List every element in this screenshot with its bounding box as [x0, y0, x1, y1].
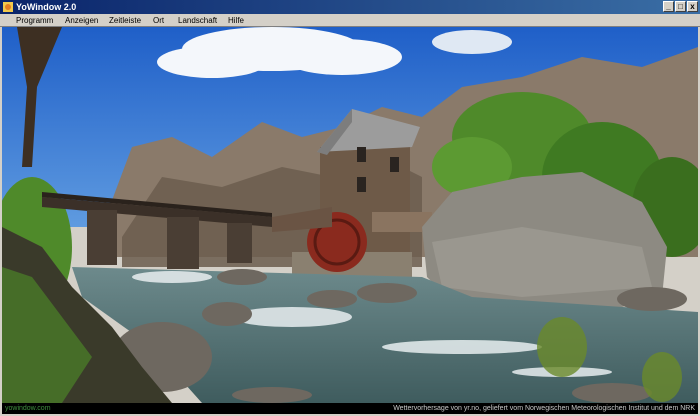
menu-anzeigen[interactable]: Anzeigen — [63, 14, 100, 27]
menu-hilfe[interactable]: Hilfe — [226, 14, 246, 27]
close-button[interactable]: x — [687, 1, 698, 12]
menu-ort[interactable]: Ort — [151, 14, 166, 27]
minimize-button[interactable]: _ — [663, 1, 674, 12]
title-bar[interactable]: YoWindow 2.0 _ □ x — [0, 0, 700, 14]
forecast-credit[interactable]: Wettervorhersage von yr.no, geliefert vo… — [393, 403, 695, 414]
website-link[interactable]: yowindow.com — [5, 403, 51, 414]
menu-programm[interactable]: Programm — [14, 14, 55, 27]
mill-landscape-picture — [2, 27, 698, 403]
menu-bar: Programm Anzeigen Zeitleiste Ort Landsch… — [0, 14, 700, 27]
window-title: YoWindow 2.0 — [16, 2, 77, 12]
status-bar: yowindow.com Wettervorhersage von yr.no,… — [2, 403, 698, 414]
menu-zeitleiste[interactable]: Zeitleiste — [107, 14, 143, 27]
landscape-view[interactable] — [2, 27, 698, 403]
app-window: YoWindow 2.0 _ □ x Programm Anzeigen Zei… — [0, 0, 700, 416]
menu-landschaft[interactable]: Landschaft — [176, 14, 219, 27]
app-icon — [3, 2, 13, 12]
maximize-button[interactable]: □ — [675, 1, 686, 12]
